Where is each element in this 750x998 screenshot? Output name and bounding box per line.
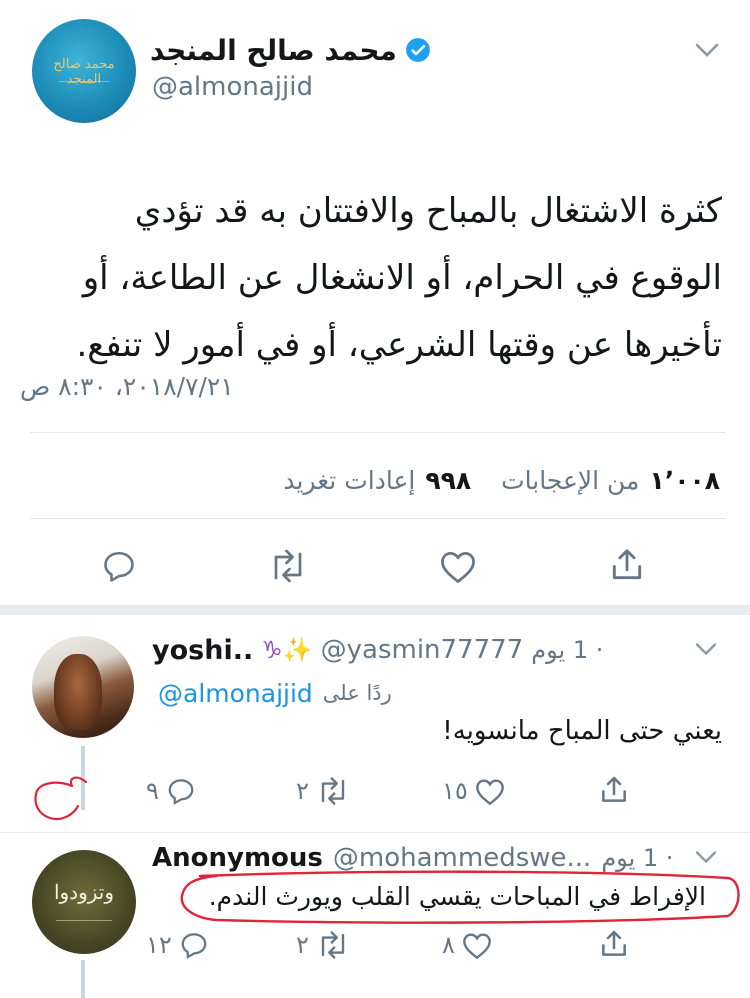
tweet-text-line: الوقوع في الحرام، أو الانشغال عن الطاعة،…: [82, 258, 722, 298]
like-icon: [461, 930, 493, 960]
tweet-text-line: كثرة الاشتغال بالمباح والافتتان به قد تؤ…: [134, 191, 722, 231]
reply-icon[interactable]: [100, 548, 138, 584]
tweet-text: كثرة الاشتغال بالمباح والافتتان به قد تؤ…: [20, 178, 722, 379]
retweet-count: ٢: [296, 931, 309, 959]
annotation-arrow-mark: [28, 770, 92, 840]
like-icon: [474, 776, 506, 806]
retweet-icon[interactable]: [266, 548, 310, 584]
retweet-count: ٢: [296, 777, 309, 805]
chevron-down-icon[interactable]: [694, 848, 718, 866]
avatar-text: وتزودوا: [53, 880, 115, 904]
author-name[interactable]: محمد صالح المنجد: [150, 34, 397, 67]
retweet-action[interactable]: ٢: [296, 776, 351, 806]
share-icon[interactable]: [598, 928, 630, 960]
like-action[interactable]: ٨: [442, 930, 493, 960]
divider: [0, 832, 750, 833]
retweet-icon: [315, 930, 351, 960]
share-icon[interactable]: [608, 546, 646, 584]
reply-to-label: ردًا على: [322, 681, 392, 705]
reply-author-emoji: ♑✨: [261, 636, 313, 664]
like-count: ٨: [442, 931, 455, 959]
reply-icon: [178, 930, 210, 960]
retweet-action[interactable]: ٢: [296, 930, 351, 960]
likes-count[interactable]: ١٬٠٠٨: [649, 466, 720, 495]
thread-line: [81, 960, 85, 998]
avatar-calligraphy: محمد صالح المنجد: [53, 57, 115, 87]
retweet-icon: [315, 776, 351, 806]
divider: [30, 518, 726, 519]
retweets-count[interactable]: ٩٩٨: [425, 466, 471, 495]
reply-count: ٩: [146, 777, 159, 805]
tweet-timestamp[interactable]: ٢٠١٨/٧/٢١، ٨:٣٠ ص: [20, 372, 720, 401]
reply-to-handle[interactable]: @almonajjid: [158, 679, 313, 708]
reply-action[interactable]: ٩: [146, 776, 197, 806]
author-avatar[interactable]: محمد صالح المنجد: [32, 19, 136, 123]
like-action[interactable]: ١٥: [442, 776, 506, 806]
tweet-text-line: تأخيرها عن وقتها الشرعي، أو في أمور لا ت…: [76, 325, 722, 365]
annotation-circle: [176, 868, 744, 932]
like-icon[interactable]: [438, 548, 478, 584]
reply-action[interactable]: ١٢: [146, 930, 210, 960]
verified-badge-icon: [405, 37, 431, 63]
reply-time[interactable]: · 1 يوم: [531, 636, 603, 664]
reply-text: يعني حتى المباح مانسويه!: [442, 716, 722, 746]
reply-count: ١٢: [146, 931, 172, 959]
chevron-down-icon[interactable]: [694, 40, 720, 60]
reply-author-name[interactable]: yoshi..: [152, 635, 253, 666]
reply-author-handle[interactable]: @yasmin77777: [321, 635, 524, 665]
divider: [30, 432, 726, 433]
reply-icon: [165, 776, 197, 806]
likes-label[interactable]: من الإعجابات: [501, 466, 639, 495]
reply-avatar[interactable]: [32, 636, 134, 738]
section-separator: [0, 605, 750, 615]
chevron-down-icon[interactable]: [694, 640, 718, 658]
reply-avatar[interactable]: وتزودوا: [32, 850, 136, 954]
retweets-label[interactable]: إعادات تغريد: [283, 466, 415, 495]
tweet-stats: ١٬٠٠٨ من الإعجابات ٩٩٨ إعادات تغريد: [283, 460, 720, 500]
like-count: ١٥: [442, 777, 468, 805]
author-handle[interactable]: @almonajjid: [152, 72, 313, 102]
share-icon[interactable]: [598, 774, 630, 806]
